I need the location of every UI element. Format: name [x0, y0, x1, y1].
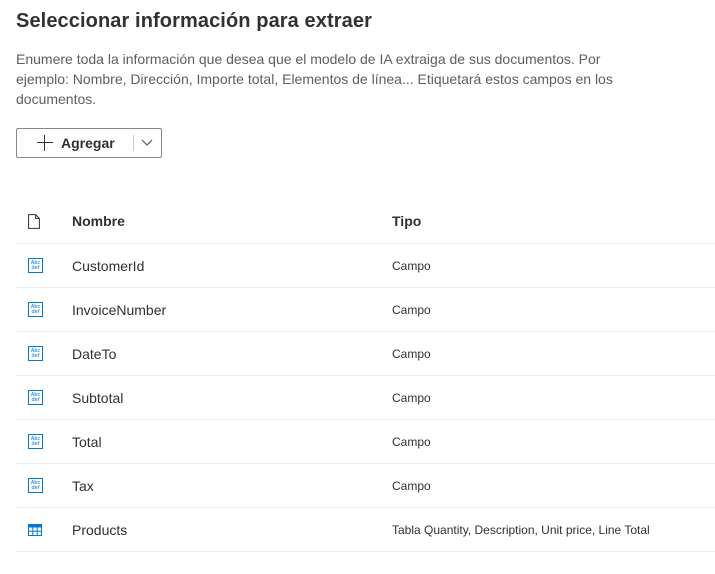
- table-row[interactable]: Abc def Subtotal Campo: [16, 376, 715, 420]
- row-type: Tabla Quantity, Description, Unit price,…: [392, 522, 650, 537]
- document-icon: [28, 213, 40, 229]
- column-header-name[interactable]: Nombre: [72, 213, 392, 229]
- row-type: Campo: [392, 302, 431, 317]
- text-field-icon: Abc def: [28, 258, 43, 273]
- add-split-button[interactable]: Agregar: [16, 128, 162, 158]
- table-row[interactable]: Abc def CustomerId Campo: [16, 244, 715, 288]
- table-row[interactable]: Abc def Tax Campo: [16, 464, 715, 508]
- row-icon-cell: [16, 523, 72, 536]
- text-field-icon: Abc def: [28, 434, 43, 449]
- text-field-icon: Abc def: [28, 302, 43, 317]
- text-field-icon: Abc def: [28, 390, 43, 405]
- text-field-icon-bottom: def: [31, 264, 40, 271]
- text-field-icon-bottom: def: [31, 440, 40, 447]
- plus-icon: [37, 135, 53, 151]
- row-type: Campo: [392, 390, 431, 405]
- row-icon-cell: Abc def: [16, 478, 72, 493]
- row-icon-cell: Abc def: [16, 434, 72, 449]
- text-field-icon-bottom: def: [31, 484, 40, 491]
- text-field-icon: Abc def: [28, 346, 43, 361]
- table-header: Nombre Tipo: [16, 199, 715, 244]
- row-name: Tax: [72, 477, 94, 494]
- fields-table: Nombre Tipo Abc def CustomerId Campo Abc def I…: [16, 199, 715, 552]
- row-type: Campo: [392, 478, 431, 493]
- column-header-type[interactable]: Tipo: [392, 213, 715, 229]
- row-icon-cell: Abc def: [16, 258, 72, 273]
- text-field-icon-bottom: def: [31, 396, 40, 403]
- row-name: InvoiceNumber: [72, 301, 167, 318]
- row-icon-cell: Abc def: [16, 346, 72, 361]
- page-description: Enumere toda la información que desea qu…: [16, 51, 613, 107]
- text-field-icon-bottom: def: [31, 308, 40, 315]
- chevron-down-icon: [141, 139, 153, 146]
- add-button[interactable]: Agregar: [17, 129, 133, 157]
- add-options-dropdown[interactable]: [134, 129, 161, 157]
- row-name: Subtotal: [72, 389, 124, 406]
- row-icon-cell: Abc def: [16, 390, 72, 405]
- table-body: Abc def CustomerId Campo Abc def InvoiceNumber…: [16, 244, 715, 552]
- row-type: Campo: [392, 434, 431, 449]
- row-type: Campo: [392, 258, 431, 273]
- table-row[interactable]: Abc def InvoiceNumber Campo: [16, 288, 715, 332]
- text-field-icon-bottom: def: [31, 352, 40, 359]
- text-field-icon: Abc def: [28, 478, 43, 493]
- row-icon-cell: Abc def: [16, 302, 72, 317]
- file-type-column-header[interactable]: [16, 213, 72, 229]
- table-row[interactable]: Products Tabla Quantity, Description, Uni…: [16, 508, 715, 552]
- table-icon: [28, 523, 42, 536]
- row-type: Campo: [392, 346, 431, 361]
- row-name: DateTo: [72, 345, 117, 362]
- row-name: Products: [72, 521, 128, 538]
- row-name: Total: [72, 433, 102, 450]
- table-row[interactable]: Abc def DateTo Campo: [16, 332, 715, 376]
- page-title: Seleccionar información para extraer: [16, 10, 372, 32]
- add-button-label: Agregar: [61, 135, 115, 151]
- row-name: CustomerId: [72, 257, 145, 274]
- table-row[interactable]: Abc def Total Campo: [16, 420, 715, 464]
